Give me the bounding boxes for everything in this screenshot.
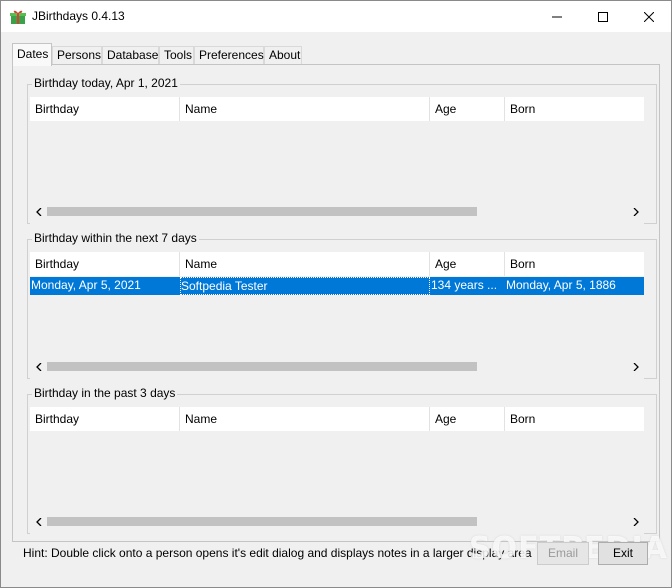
- column-header-name[interactable]: Name: [180, 97, 430, 121]
- tab-persons[interactable]: Persons: [52, 46, 102, 65]
- cell-name: Softpedia Tester: [180, 277, 430, 295]
- scroll-right-icon[interactable]: [627, 358, 644, 375]
- column-header-birthday[interactable]: Birthday: [30, 407, 180, 431]
- maximize-icon: [597, 11, 608, 22]
- scroll-left-icon[interactable]: [30, 203, 47, 220]
- title-bar[interactable]: JBirthdays 0.4.13: [1, 1, 671, 32]
- scroll-right-icon[interactable]: [627, 513, 644, 530]
- close-icon: [643, 11, 654, 22]
- maximize-button[interactable]: [580, 1, 625, 32]
- column-header-age[interactable]: Age: [430, 407, 505, 431]
- horizontal-scrollbar[interactable]: [30, 203, 644, 220]
- table-header: Birthday Name Age Born: [30, 97, 644, 121]
- table-header: Birthday Name Age Born: [30, 252, 644, 276]
- group-title: Birthday within the next 7 days: [32, 231, 199, 245]
- window-title: JBirthdays 0.4.13: [32, 9, 125, 23]
- group-birthday-today: Birthday today, Apr 1, 2021 Birthday Nam…: [27, 76, 657, 227]
- cell-born: Monday, Apr 5, 1886: [506, 278, 616, 292]
- column-header-born[interactable]: Born: [505, 97, 644, 121]
- cell-birthday: Monday, Apr 5, 2021: [31, 278, 141, 292]
- app-window: JBirthdays 0.4.13 Dates Persons Database…: [0, 0, 672, 588]
- dates-panel: Birthday today, Apr 1, 2021 Birthday Nam…: [12, 64, 660, 542]
- gift-icon: [10, 9, 26, 25]
- exit-button[interactable]: Exit: [598, 542, 648, 565]
- column-header-birthday[interactable]: Birthday: [30, 252, 180, 276]
- scroll-left-icon[interactable]: [30, 513, 47, 530]
- close-button[interactable]: [626, 1, 671, 32]
- scroll-left-icon[interactable]: [30, 358, 47, 375]
- column-header-name[interactable]: Name: [180, 252, 430, 276]
- tab-about[interactable]: About: [264, 46, 302, 65]
- scroll-thumb[interactable]: [47, 362, 477, 371]
- scroll-right-icon[interactable]: [627, 203, 644, 220]
- email-button[interactable]: Email: [537, 542, 589, 565]
- column-header-birthday[interactable]: Birthday: [30, 97, 180, 121]
- group-title: Birthday in the past 3 days: [32, 386, 178, 400]
- cell-age: 134 years ...: [431, 278, 498, 292]
- minimize-button[interactable]: [534, 1, 579, 32]
- column-header-age[interactable]: Age: [430, 97, 505, 121]
- scroll-thumb[interactable]: [47, 517, 477, 526]
- tab-database[interactable]: Database: [102, 46, 159, 65]
- hint-text: Hint: Double click onto a person opens i…: [23, 546, 532, 560]
- horizontal-scrollbar[interactable]: [30, 358, 644, 375]
- scroll-thumb[interactable]: [47, 207, 477, 216]
- column-header-age[interactable]: Age: [430, 252, 505, 276]
- horizontal-scrollbar[interactable]: [30, 513, 644, 530]
- column-header-name[interactable]: Name: [180, 407, 430, 431]
- minimize-icon: [551, 16, 562, 17]
- column-header-born[interactable]: Born: [505, 252, 644, 276]
- table-row[interactable]: Monday, Apr 5, 2021 Softpedia Tester 134…: [30, 277, 644, 295]
- table-header: Birthday Name Age Born: [30, 407, 644, 431]
- column-header-born[interactable]: Born: [505, 407, 644, 431]
- tab-dates[interactable]: Dates: [12, 43, 52, 66]
- tab-preferences[interactable]: Preferences: [194, 46, 264, 65]
- group-title: Birthday today, Apr 1, 2021: [32, 76, 180, 90]
- group-birthday-past-3-days: Birthday in the past 3 days Birthday Nam…: [27, 386, 657, 537]
- tab-tools[interactable]: Tools: [159, 46, 194, 65]
- group-birthday-next-7-days: Birthday within the next 7 days Birthday…: [27, 231, 657, 382]
